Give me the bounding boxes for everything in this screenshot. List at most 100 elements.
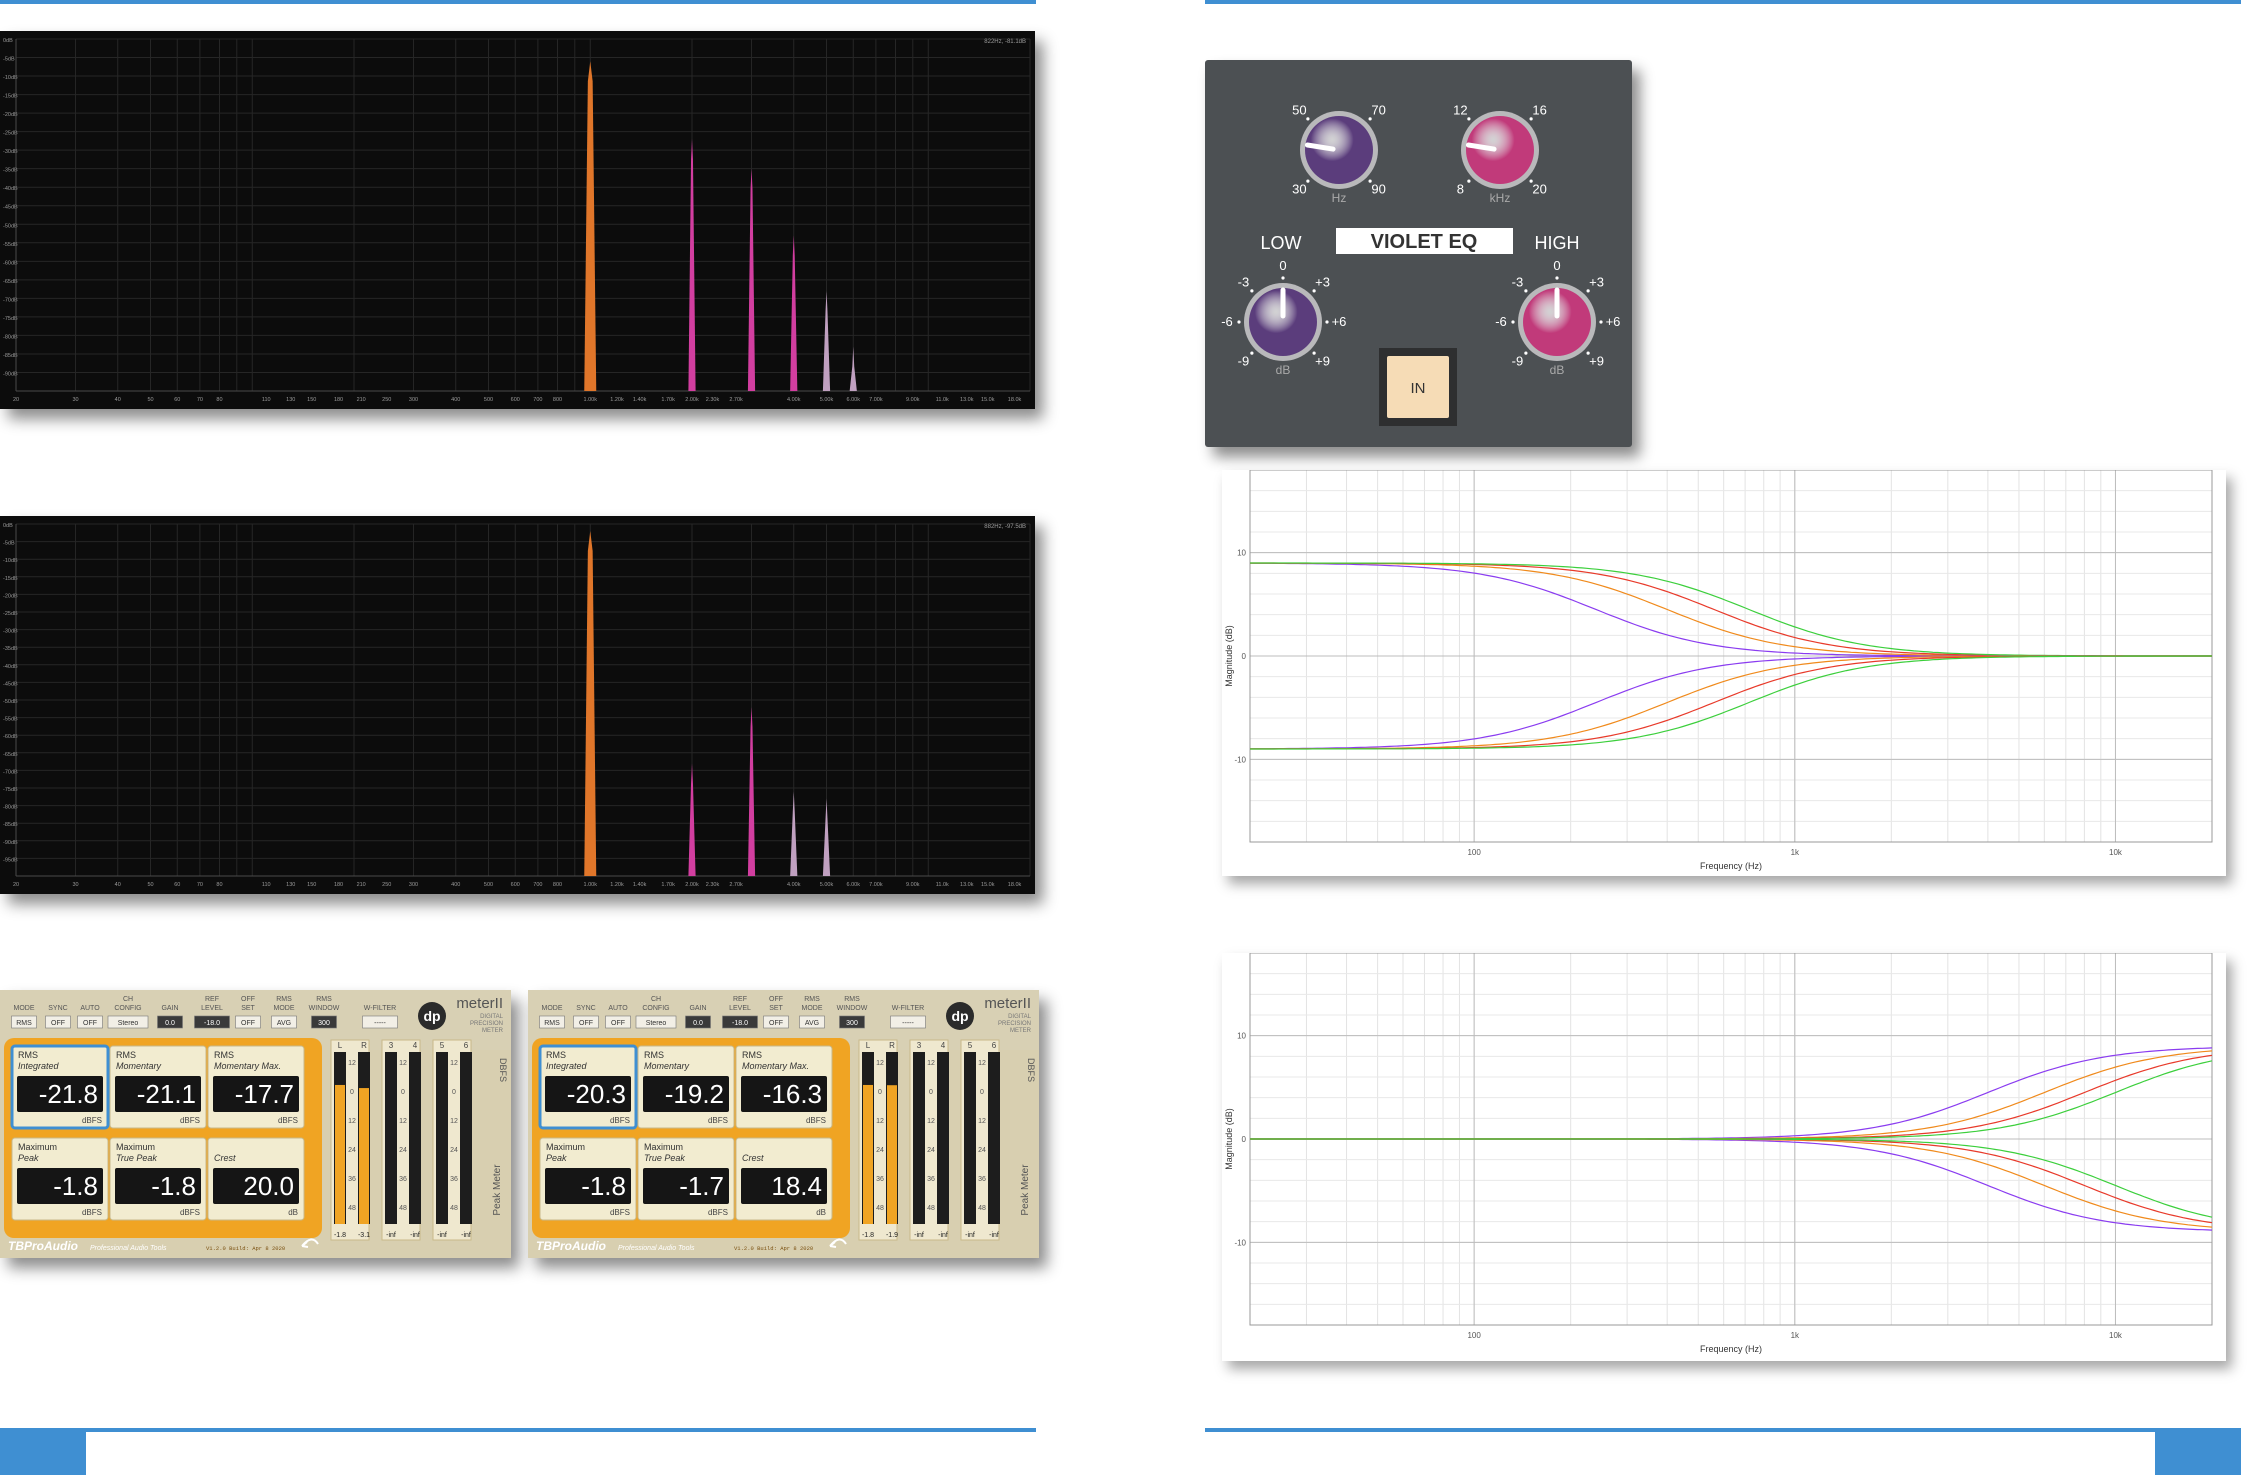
header-label: WINDOW <box>309 1005 340 1012</box>
channel-label: R <box>361 1041 367 1050</box>
header-value: 0.0 <box>165 1020 175 1027</box>
meter-cell[interactable]: RMSMomentary Max. -17.7 dBFS <box>207 1045 305 1129</box>
channel-label: 3 <box>917 1041 922 1050</box>
channel-label: 6 <box>464 1041 469 1050</box>
plugin-title: VIOLET EQ <box>1371 231 1478 253</box>
response-curve <box>1250 1138 2213 1218</box>
y-tick-label: 10 <box>1237 1032 1246 1041</box>
x-tick-label: 15.0k <box>981 882 995 888</box>
spectrum-peak <box>822 290 831 391</box>
x-tick-label: 1.70k <box>661 397 675 403</box>
scale-label: 24 <box>978 1147 986 1154</box>
meter-cell[interactable]: Crest 20.0 dB <box>207 1137 305 1221</box>
reset-icon[interactable] <box>301 1238 319 1248</box>
header-label: OFF <box>769 996 783 1003</box>
product-sub: DIGITAL <box>480 1014 504 1020</box>
y-axis-label: Magnitude (dB) <box>1224 625 1234 687</box>
meter-cell[interactable]: MaximumTrue Peak -1.7 dBFS <box>637 1137 735 1221</box>
in-button[interactable]: IN <box>1379 348 1457 426</box>
channel-label: 4 <box>941 1041 946 1050</box>
cell-label: True Peak <box>644 1153 685 1163</box>
cell-label: RMS <box>214 1050 234 1060</box>
header-value: ----- <box>374 1020 386 1027</box>
cell-value: 18.4 <box>771 1171 822 1201</box>
knob-tick-label: +9 <box>1589 354 1604 369</box>
knob-unit: dB <box>1550 363 1565 377</box>
x-tick-label: 1.70k <box>661 882 675 888</box>
header-label: REF <box>733 996 747 1003</box>
spectrum-analyzer-2: 0dB -5dB -10dB -15dB -20dB -25dB -30dB -35dB -40… <box>0 516 1035 894</box>
meter-cell[interactable]: MaximumPeak -1.8 dBFS <box>539 1137 637 1221</box>
x-tick-label: 2.70k <box>729 882 743 888</box>
meter-cell[interactable]: Crest 18.4 dB <box>735 1137 833 1221</box>
dp-logo-text: dp <box>951 1008 968 1024</box>
scale-label: 12 <box>927 1118 935 1125</box>
knob-unit: Hz <box>1332 191 1347 205</box>
meter-cell[interactable]: RMSMomentary Max. -16.3 dBFS <box>735 1045 833 1129</box>
x-tick-label: 50 <box>147 882 153 888</box>
knob-tick-label: 20 <box>1532 182 1546 197</box>
cell-label: Crest <box>214 1153 236 1163</box>
spectrum-peak <box>849 346 857 391</box>
scale-label: 48 <box>348 1205 356 1212</box>
channel-readout: -inf <box>410 1232 420 1239</box>
meter-plugin-1: MODE RMS SYNC OFF AUTO OFF CH CONFIG Stereo GAIN 0… <box>0 990 511 1258</box>
x-tick-label: 1.40k <box>633 882 647 888</box>
x-tick-label: 7.00k <box>869 882 883 888</box>
spectrum-svg: 0dB-5dB-10dB-15dB-20dB-25dB-30dB-35dB-40… <box>3 38 1031 403</box>
spectrum-peak <box>584 61 597 392</box>
cell-label: Maximum <box>546 1142 585 1152</box>
scale-label: 36 <box>978 1176 986 1183</box>
reset-icon[interactable] <box>829 1238 847 1248</box>
y-tick-label: 0 <box>1242 652 1247 661</box>
header-label: GAIN <box>689 1005 706 1012</box>
scale-label: 48 <box>927 1205 935 1212</box>
response-curve <box>1250 1138 2213 1228</box>
scale-label: 12 <box>978 1060 986 1067</box>
version-text: V1.2.0 Build: Apr 8 2020 <box>734 1245 813 1252</box>
response-curve <box>1250 1138 2213 1224</box>
scale-label: 12 <box>450 1060 458 1067</box>
scale-label: 12 <box>348 1118 356 1125</box>
x-tick-label: 1.40k <box>633 397 647 403</box>
meter-cell[interactable]: RMSIntegrated -20.3 dBFS <box>538 1044 638 1130</box>
channel-readout: -inf <box>914 1232 924 1239</box>
cell-value: -1.7 <box>679 1171 724 1201</box>
meter-cell[interactable]: RMSMomentary -19.2 dBFS <box>637 1045 735 1129</box>
knob-tick-label: +6 <box>1332 314 1347 329</box>
spectrum-peak <box>747 707 756 876</box>
meter-plugin-2: MODE RMS SYNC OFF AUTO OFF CH CONFIG Stereo GAIN 0… <box>528 990 1039 1258</box>
meter-cell[interactable]: RMSIntegrated -21.8 dBFS <box>10 1044 110 1130</box>
knob-tick <box>1524 289 1528 293</box>
cell-value: -20.3 <box>567 1079 626 1109</box>
cell-value: -17.7 <box>235 1079 294 1109</box>
bottom-rule-left <box>0 1428 1036 1432</box>
meter-cell[interactable]: MaximumPeak -1.8 dBFS <box>11 1137 109 1221</box>
scale-label: 24 <box>450 1147 458 1154</box>
channel-readout: -1.8 <box>334 1232 346 1239</box>
cell-unit: dBFS <box>82 1208 102 1217</box>
knob-tick <box>1467 179 1471 183</box>
response-curve <box>1250 1138 2213 1231</box>
product-name: meterII <box>456 995 503 1012</box>
header-value: RMS <box>544 1020 560 1027</box>
cell-label: Maximum <box>18 1142 57 1152</box>
top-rule-left <box>0 0 1036 4</box>
meter-cell[interactable]: MaximumTrue Peak -1.8 dBFS <box>109 1137 207 1221</box>
x-tick-label: 13.0k <box>960 882 974 888</box>
violet-eq-plugin: 30 50 70 90 Hz 8 12 16 20 kHz -9 -6 -3 0 +3 +6 +9 dB -9 -6-… <box>1205 60 1632 447</box>
side-label-top: DBFS <box>498 1058 508 1082</box>
x-tick-label: 1.00k <box>584 397 598 403</box>
knob-tick-label: 70 <box>1371 102 1385 117</box>
product-sub: PRECISION <box>470 1021 503 1027</box>
knob-tick <box>1529 117 1533 121</box>
scale-label: 12 <box>978 1118 986 1125</box>
x-tick-label: 70 <box>197 882 203 888</box>
meter-cell[interactable]: RMSMomentary -21.1 dBFS <box>109 1045 207 1129</box>
knob-tick <box>1312 351 1316 355</box>
scale-label: 36 <box>348 1176 356 1183</box>
channel-label: 5 <box>440 1041 445 1050</box>
response-curve <box>1250 562 2212 657</box>
scale-label: 48 <box>978 1205 986 1212</box>
x-tick-label: 110 <box>262 397 271 403</box>
